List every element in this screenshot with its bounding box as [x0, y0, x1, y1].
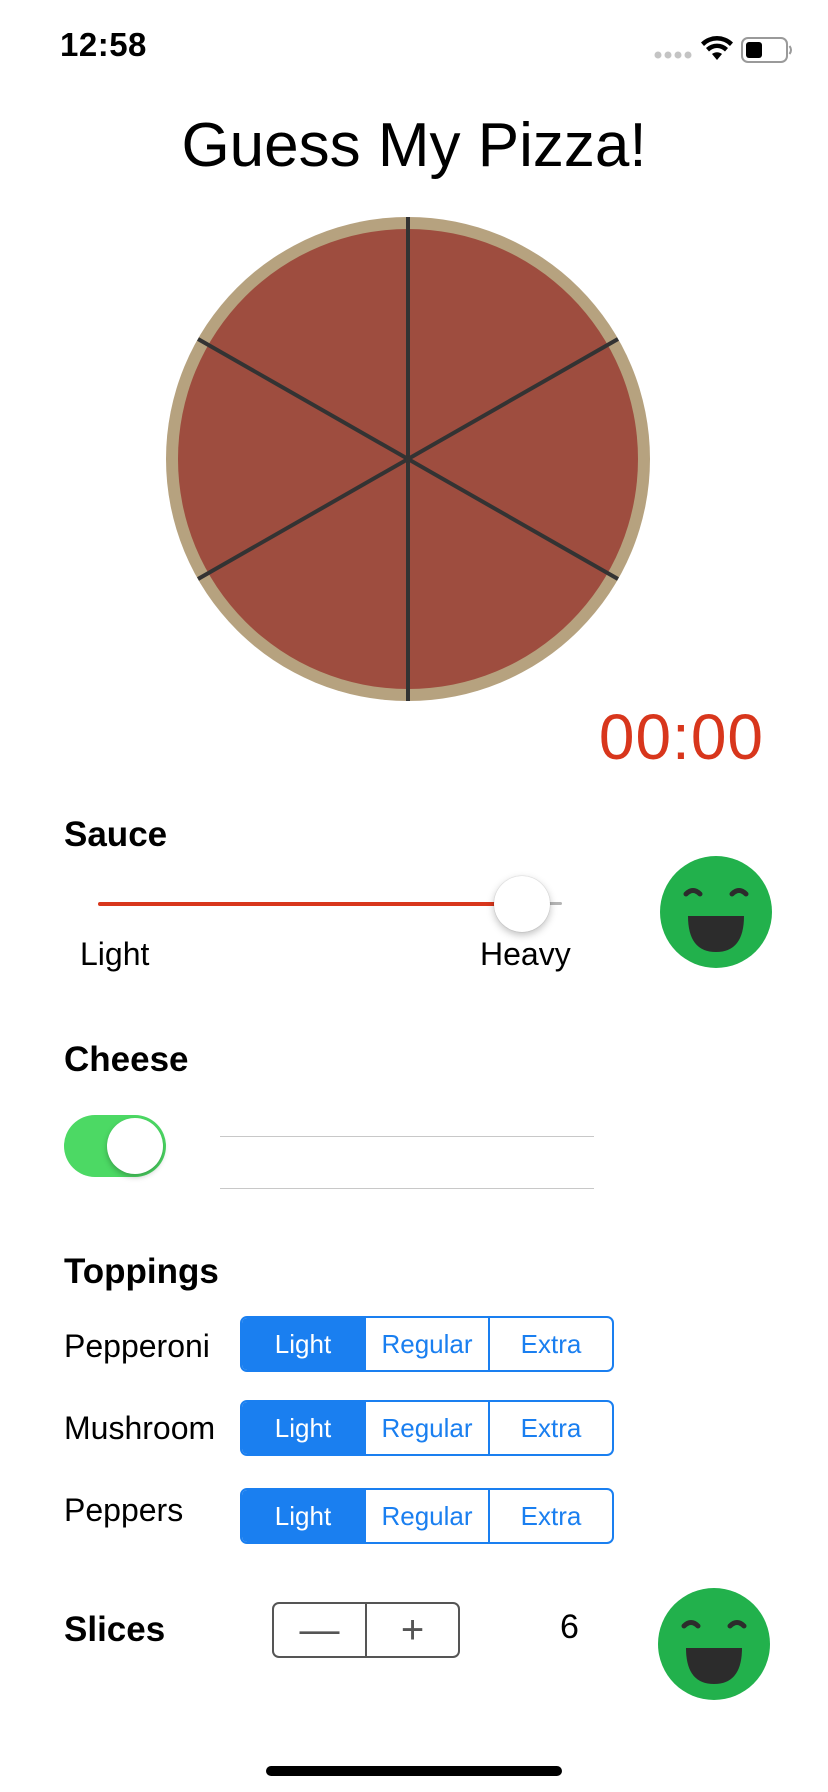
segment-light[interactable]: Light: [242, 1402, 364, 1454]
slices-stepper[interactable]: — +: [272, 1602, 460, 1658]
decrement-button[interactable]: —: [274, 1604, 365, 1656]
cheese-toggle[interactable]: [64, 1115, 166, 1177]
segment-regular[interactable]: Regular: [364, 1490, 488, 1542]
segment-regular[interactable]: Regular: [364, 1318, 488, 1370]
topping-name-mushroom: Mushroom: [64, 1410, 216, 1446]
pizza-graphic: [166, 217, 650, 701]
segment-light[interactable]: Light: [242, 1318, 364, 1370]
slices-label: Slices: [64, 1610, 166, 1649]
home-indicator[interactable]: [266, 1766, 562, 1776]
segment-extra[interactable]: Extra: [488, 1318, 612, 1370]
timer-display: 00:00: [598, 701, 764, 773]
sauce-label: Sauce: [64, 815, 168, 854]
smiley-face-icon: [658, 1588, 770, 1700]
slices-value: 6: [560, 1608, 579, 1646]
signal-dots-icon: [654, 51, 692, 59]
page-title: Guess My Pizza!: [181, 111, 647, 180]
segment-extra[interactable]: Extra: [488, 1402, 612, 1454]
wifi-icon: [701, 36, 733, 60]
toppings-label: Toppings: [64, 1252, 219, 1291]
topping-name-peppers: Peppers: [64, 1492, 184, 1528]
segment-regular[interactable]: Regular: [364, 1402, 488, 1454]
mushroom-segmented-control[interactable]: Light Regular Extra: [240, 1400, 614, 1456]
sauce-slider-filled-track[interactable]: [98, 902, 528, 906]
smiley-face-icon: [660, 856, 772, 968]
peppers-segmented-control[interactable]: Light Regular Extra: [240, 1488, 614, 1544]
divider-line-bottom: [220, 1188, 594, 1189]
topping-name-pepperoni: Pepperoni: [64, 1328, 210, 1364]
sauce-slider-thumb[interactable]: [494, 876, 550, 932]
toggle-knob[interactable]: [107, 1118, 163, 1174]
divider-line-top: [220, 1136, 594, 1137]
cheese-label: Cheese: [64, 1040, 189, 1079]
pepperoni-segmented-control[interactable]: Light Regular Extra: [240, 1316, 614, 1372]
segment-light[interactable]: Light: [242, 1490, 364, 1542]
status-time: 12:58: [60, 26, 147, 63]
increment-button[interactable]: +: [365, 1604, 458, 1656]
sauce-min-label: Light: [80, 936, 150, 972]
sauce-max-label: Heavy: [480, 936, 571, 972]
battery-icon: [741, 37, 792, 63]
segment-extra[interactable]: Extra: [488, 1490, 612, 1542]
